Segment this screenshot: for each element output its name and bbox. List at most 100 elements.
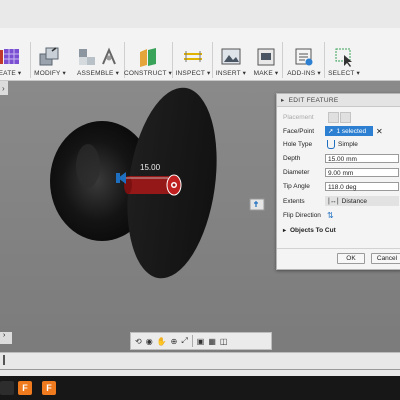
placement-row: Placement [277, 111, 400, 123]
cancel-button[interactable]: Cancel [371, 253, 400, 264]
clear-selection-icon[interactable]: ✕ [376, 127, 383, 136]
viewports-icon[interactable]: ◫ [220, 337, 228, 346]
panel-divider [277, 248, 400, 249]
panel-title: EDIT FEATURE [288, 96, 339, 104]
toolbar-label-modify: MODIFY ▾ [34, 70, 66, 77]
toolbar-label-add-ins: ADD-INS ▾ [287, 70, 321, 77]
simple-hole-icon[interactable] [327, 139, 335, 149]
toolbar-label-make: MAKE ▾ [253, 70, 279, 77]
face-point-selection-button[interactable]: ➚ 1 selected [325, 126, 373, 136]
extents-row: Extents |↔| Distance [277, 195, 400, 207]
toolbar-group-create[interactable]: EATE ▾ [0, 28, 24, 80]
cursor-select-icon: ➚ [328, 128, 334, 135]
toolbar-group-make[interactable]: MAKE ▾ [252, 28, 280, 80]
grid-settings-icon[interactable]: ▦ [208, 337, 216, 346]
hole-type-value[interactable]: Simple [338, 141, 358, 148]
timeline-start-marker[interactable] [3, 355, 13, 365]
modify-press-pull-icon[interactable] [38, 46, 62, 68]
look-at-icon[interactable]: ◉ [146, 337, 153, 346]
chevron-right-icon: › [3, 332, 6, 339]
extents-dropdown[interactable]: |↔| Distance [325, 196, 399, 206]
os-taskbar [0, 376, 400, 400]
orbit-icon[interactable]: ⟲ [135, 337, 142, 346]
toolbar-group-select[interactable]: SELECT ▾ [328, 28, 360, 80]
pan-hand-icon[interactable]: ✋ [157, 337, 167, 346]
toolbar-group-construct[interactable]: CONSTRUCT ▾ [124, 28, 172, 80]
collapse-arrow-icon[interactable]: ▸ [281, 96, 285, 104]
timeline-track [0, 369, 400, 370]
flip-direction-row: Flip Direction ⇅ [277, 209, 400, 221]
placement-label: Placement [283, 113, 314, 121]
comments-collapse-tab[interactable]: › [0, 332, 12, 344]
toolbar-label-insert: INSERT ▾ [215, 70, 247, 77]
toolbar-label-select: SELECT ▾ [328, 70, 360, 77]
panel-header[interactable]: ▸ EDIT FEATURE [277, 94, 400, 107]
assemble-new-component-icon[interactable] [78, 46, 96, 68]
flip-direction-icon[interactable]: ⇅ [327, 211, 334, 220]
navbar-divider [191, 335, 193, 347]
face-point-value: 1 selected [336, 127, 367, 135]
edit-feature-panel: ▸ EDIT FEATURE Placement Face/Point ➚ 1 … [276, 93, 400, 270]
design-toolbar: EATE ▾ MODIFY ▾ ASSEMBLE ▾ CONSTRUCT ▾ I… [0, 28, 400, 81]
toolbar-label-create: EATE ▾ [0, 70, 22, 77]
expand-arrow-icon: ▸ [283, 227, 287, 234]
toolbar-divider [282, 42, 283, 78]
tip-angle-label: Tip Angle [283, 182, 310, 190]
objects-to-cut-label: Objects To Cut [290, 226, 336, 234]
fusion-360-taskbar-icon[interactable]: F [18, 381, 32, 395]
hole-type-label: Hole Type [283, 140, 313, 148]
taskbar-app-placeholder[interactable] [0, 381, 14, 395]
toolbar-group-assemble[interactable]: ASSEMBLE ▾ [74, 28, 122, 80]
toolbar-label-inspect: INSPECT ▾ [175, 70, 211, 77]
toolbar-group-insert[interactable]: INSERT ▾ [215, 28, 247, 80]
diameter-row: Diameter 9.00 mm [277, 166, 400, 178]
inspect-measure-icon[interactable] [182, 46, 204, 68]
zoom-icon[interactable]: ⊕ [171, 337, 178, 346]
depth-label: Depth [283, 154, 301, 162]
construct-offset-plane-icon[interactable] [137, 46, 159, 68]
depth-row: Depth 15.00 mm [277, 152, 400, 164]
toolbar-label-assemble: ASSEMBLE ▾ [76, 70, 120, 77]
assemble-joint-icon[interactable] [100, 46, 118, 68]
toolbar-divider [172, 42, 173, 78]
fusion-file-letter: F [46, 383, 52, 393]
timeline-bar [0, 352, 400, 377]
face-point-label: Face/Point [283, 127, 315, 135]
toolbar-label-construct: CONSTRUCT ▾ [124, 70, 172, 77]
create-sketch-icon[interactable] [0, 46, 21, 68]
chevron-right-icon: › [2, 84, 5, 93]
toolbar-group-inspect[interactable]: INSPECT ▾ [176, 28, 210, 80]
toolbar-group-modify[interactable]: MODIFY ▾ [33, 28, 67, 80]
toolbar-divider [324, 42, 325, 78]
select-cursor-icon[interactable] [333, 46, 355, 68]
hole-type-row: Hole Type Simple [277, 138, 400, 150]
toolbar-divider [212, 42, 213, 78]
display-settings-icon[interactable]: ▣ [197, 337, 205, 346]
navigation-bar: ⟲ ◉ ✋ ⊕ ⤢ ▣ ▦ ◫ [130, 332, 272, 350]
diameter-label: Diameter [283, 168, 310, 176]
distance-extent-icon: |↔| [328, 197, 339, 205]
flip-direction-label: Flip Direction [283, 211, 321, 219]
diameter-input[interactable]: 9.00 mm [325, 167, 399, 177]
objects-to-cut-section[interactable]: ▸ Objects To Cut [277, 224, 400, 236]
fusion-360-letter: F [22, 383, 28, 393]
placement-multiple-icon[interactable] [340, 111, 351, 123]
add-ins-scripts-icon[interactable] [293, 46, 315, 68]
fit-icon[interactable]: ⤢ [181, 336, 187, 346]
tip-angle-input[interactable]: 118.0 deg [325, 181, 399, 191]
toolbar-group-add-ins[interactable]: ADD-INS ▾ [286, 28, 322, 80]
dimension-label[interactable]: 15.00 [140, 163, 160, 172]
fusion-file-taskbar-icon[interactable]: F [42, 381, 56, 395]
hole-position-handle[interactable] [249, 198, 265, 211]
ok-button[interactable]: OK [337, 253, 365, 264]
tip-angle-row: Tip Angle 118.0 deg [277, 180, 400, 192]
extents-value: Distance [341, 197, 367, 205]
extents-label: Extents [283, 197, 305, 205]
insert-canvas-icon[interactable] [220, 46, 242, 68]
make-3d-print-icon[interactable] [256, 46, 276, 68]
window-top-strip [0, 0, 400, 28]
placement-single-icon[interactable] [328, 111, 339, 123]
depth-input[interactable]: 15.00 mm [325, 153, 399, 163]
toolbar-divider [30, 42, 31, 78]
face-point-row: Face/Point ➚ 1 selected ✕ [277, 125, 400, 137]
